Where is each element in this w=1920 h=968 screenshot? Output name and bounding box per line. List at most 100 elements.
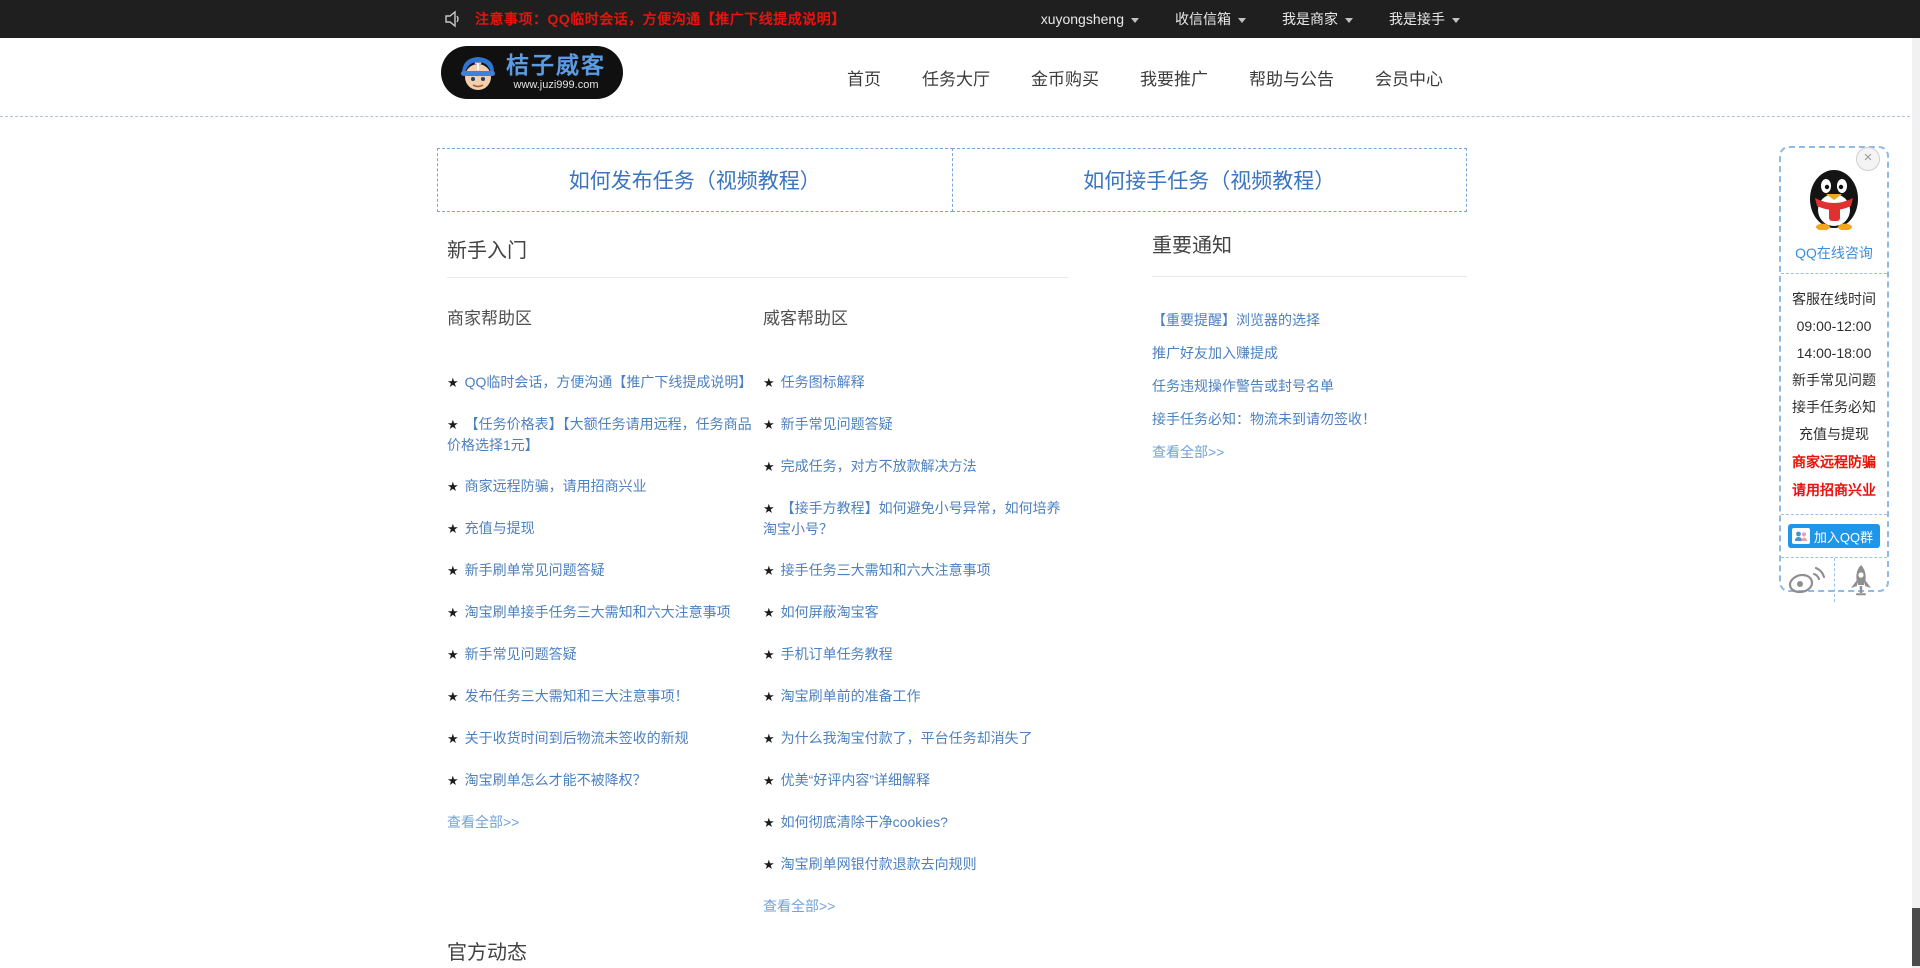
star-icon: ★ (763, 857, 775, 872)
scrollbar-thumb[interactable] (1912, 908, 1920, 966)
list-item: ★淘宝刷单怎么才能不被降权？ (447, 770, 765, 791)
list-item: ★完成任务，对方不放款解决方法 (763, 456, 1073, 477)
nav-item[interactable]: 我要推广 (1140, 65, 1208, 90)
merchant-help-list: ★QQ临时会话，方便沟通【推广下线提成说明】 ★【任务价格表】【大额任务请用远程… (447, 372, 765, 791)
service-warning-line: 请用招商兴业 (1781, 476, 1887, 504)
list-item: ★淘宝刷单接手任务三大需知和六大注意事项 (447, 602, 765, 623)
list-item: ★接手任务三大需知和六大注意事项 (763, 560, 1073, 581)
close-icon[interactable]: × (1856, 147, 1880, 171)
qq-penguin-icon[interactable] (1803, 166, 1865, 230)
newbie-section-title: 新手入门 (447, 234, 527, 263)
list-item: ★淘宝刷单前的准备工作 (763, 686, 1073, 707)
divider (1152, 276, 1467, 277)
list-item: ★QQ临时会话，方便沟通【推广下线提成说明】 (447, 372, 765, 393)
star-icon: ★ (763, 605, 775, 620)
topbar-menu[interactable]: 收信信箱 (1175, 9, 1246, 29)
tutorial-row: 如何发布任务（视频教程） 如何接手任务（视频教程） (437, 148, 1467, 212)
divider (447, 277, 1068, 278)
notices-view-all-link[interactable]: 查看全部>> (1152, 442, 1224, 462)
qq-consult-link[interactable]: QQ在线咨询 (1795, 243, 1873, 263)
service-warning-line: 商家远程防骗 (1781, 448, 1887, 476)
service-info-line: 接手任务必知 (1781, 394, 1887, 421)
rocket-icon[interactable] (1834, 558, 1888, 602)
witkey-help-column: 威客帮助区 ★任务图标解释 ★新手常见问题答疑 ★完成任务，对方不放款解决方法 … (763, 308, 1073, 916)
witkey-help-title: 威客帮助区 (763, 308, 1073, 330)
star-icon: ★ (447, 563, 459, 578)
service-info-line: 新手常见问题 (1781, 367, 1887, 394)
star-icon: ★ (763, 689, 775, 704)
notice-ticker[interactable]: 注意事项：QQ临时会话，方便沟通【推广下线提成说明】 (475, 9, 846, 29)
list-item: ★关于收货时间到后物流未签收的新规 (447, 728, 765, 749)
list-item: 任务违规操作警告或封号名单 (1152, 376, 1467, 396)
nav-item[interactable]: 金币购买 (1031, 65, 1099, 90)
chevron-down-icon (1452, 18, 1460, 23)
service-info-line: 客服在线时间 (1781, 286, 1887, 313)
merchant-view-all-link[interactable]: 查看全部>> (447, 812, 519, 832)
chevron-down-icon (1131, 18, 1139, 23)
star-icon: ★ (447, 773, 459, 788)
topbar-menu[interactable]: 我是接手 (1389, 9, 1460, 29)
merchant-help-column: 商家帮助区 ★QQ临时会话，方便沟通【推广下线提成说明】 ★【任务价格表】【大额… (447, 308, 765, 832)
list-item: ★优美“好评内容”详细解释 (763, 770, 1073, 791)
topbar: 注意事项：QQ临时会话，方便沟通【推广下线提成说明】 xuyongsheng 收… (0, 0, 1920, 38)
list-item: 【重要提醒】浏览器的选择 (1152, 310, 1467, 330)
topbar-menu[interactable]: 我是商家 (1282, 9, 1353, 29)
star-icon: ★ (447, 375, 459, 390)
main-nav: 首页 任务大厅 金币购买 我要推广 帮助与公告 会员中心 (847, 38, 1443, 117)
accept-tutorial-link[interactable]: 如何接手任务（视频教程） (952, 148, 1468, 212)
list-item: ★手机订单任务教程 (763, 644, 1073, 665)
list-item: ★新手常见问题答疑 (447, 644, 765, 665)
header: T 桔子威客 www.juzi999.com 首页 任务大厅 金币购买 我要推广 (0, 38, 1920, 117)
official-news-title: 官方动态 (447, 936, 527, 965)
page: 注意事项：QQ临时会话，方便沟通【推广下线提成说明】 xuyongsheng 收… (0, 0, 1920, 968)
site-logo[interactable]: T 桔子威客 www.juzi999.com (441, 46, 623, 99)
nav-item[interactable]: 帮助与公告 (1249, 65, 1334, 90)
list-item: ★如何彻底清除干净cookies? (763, 812, 1073, 833)
list-item: ★新手刷单常见问题答疑 (447, 560, 765, 581)
star-icon: ★ (763, 647, 775, 662)
list-item: ★【接手方教程】如何避免小号异常，如何培养淘宝小号？ (763, 498, 1073, 539)
star-icon: ★ (763, 459, 775, 474)
star-icon: ★ (763, 731, 775, 746)
star-icon: ★ (447, 731, 459, 746)
list-item: ★发布任务三大需知和三大注意事项！ (447, 686, 765, 707)
witkey-help-list: ★任务图标解释 ★新手常见问题答疑 ★完成任务，对方不放款解决方法 ★【接手方教… (763, 372, 1073, 875)
group-avatars-icon (1792, 528, 1810, 544)
nav-item[interactable]: 会员中心 (1375, 65, 1443, 90)
scrollbar-track[interactable] (1912, 38, 1920, 968)
star-icon: ★ (763, 563, 775, 578)
notices-title: 重要通知 (1152, 229, 1467, 258)
service-info-line: 14:00-18:00 (1781, 340, 1887, 367)
speaker-icon (444, 10, 462, 28)
mascot-icon: T (458, 52, 498, 94)
list-item: ★【任务价格表】【大额任务请用远程，任务商品价格选择1元】 (447, 414, 765, 455)
site-url: www.juzi999.com (514, 80, 599, 91)
nav-item[interactable]: 首页 (847, 65, 881, 90)
topbar-menu[interactable]: xuyongsheng (1041, 11, 1139, 27)
service-info-line: 充值与提现 (1781, 421, 1887, 448)
service-hours-block: 客服在线时间09:00-12:0014:00-18:00新手常见问题接手任务必知… (1781, 274, 1887, 515)
nav-item[interactable]: 任务大厅 (922, 65, 990, 90)
notices-section: 重要通知 【重要提醒】浏览器的选择 推广好友加入赚提成 任务违规操作警告或封号名… (1152, 229, 1467, 462)
list-item: ★淘宝刷单网银付款退款去向规则 (763, 854, 1073, 875)
star-icon: ★ (763, 501, 775, 516)
list-item: ★商家远程防骗，请用招商兴业 (447, 476, 765, 497)
witkey-view-all-link[interactable]: 查看全部>> (763, 896, 835, 916)
star-icon: ★ (447, 521, 459, 536)
star-icon: ★ (763, 375, 775, 390)
publish-tutorial-link[interactable]: 如何发布任务（视频教程） (437, 148, 953, 212)
join-qq-group-button[interactable]: 加入QQ群 (1788, 524, 1880, 548)
list-item: ★任务图标解释 (763, 372, 1073, 393)
star-icon: ★ (447, 417, 459, 432)
star-icon: ★ (763, 417, 775, 432)
list-item: ★如何屏蔽淘宝客 (763, 602, 1073, 623)
qq-service-panel: × QQ在线咨询 (1779, 146, 1889, 592)
star-icon: ★ (447, 647, 459, 662)
list-item: ★为什么我淘宝付款了，平台任务却消失了 (763, 728, 1073, 749)
list-item: ★充值与提现 (447, 518, 765, 539)
star-icon: ★ (447, 689, 459, 704)
chevron-down-icon (1238, 18, 1246, 23)
svg-text:T: T (475, 61, 482, 73)
star-icon: ★ (763, 815, 775, 830)
weibo-icon[interactable] (1781, 558, 1834, 602)
